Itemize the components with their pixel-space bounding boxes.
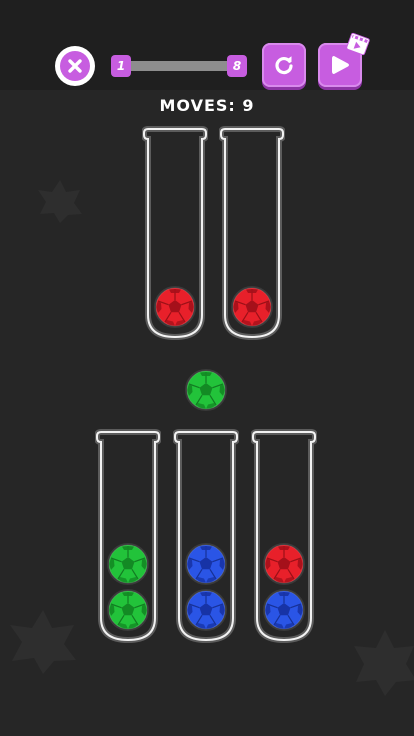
tube-4[interactable] bbox=[173, 428, 239, 644]
tube-3[interactable] bbox=[95, 428, 161, 644]
blue-ball bbox=[184, 588, 228, 632]
watch-video-button[interactable] bbox=[318, 32, 370, 87]
restart-icon bbox=[275, 56, 293, 75]
close-button[interactable] bbox=[55, 46, 95, 86]
tube-2[interactable] bbox=[219, 125, 285, 341]
tube-5[interactable] bbox=[251, 428, 317, 644]
red-ball bbox=[262, 542, 306, 586]
level-progress-bar: 1 8 bbox=[111, 55, 247, 77]
blue-ball bbox=[262, 588, 306, 632]
green-ball bbox=[106, 588, 150, 632]
play-icon bbox=[332, 56, 349, 74]
red-ball bbox=[230, 285, 274, 329]
green-ball bbox=[106, 542, 150, 586]
background-star-icon bbox=[10, 610, 76, 674]
close-icon bbox=[68, 59, 82, 73]
held-green-ball bbox=[184, 368, 228, 412]
blue-ball bbox=[184, 542, 228, 586]
moves-counter: MOVES: 9 bbox=[159, 96, 255, 115]
level-end-label: 8 bbox=[227, 55, 247, 77]
background-star-icon bbox=[354, 630, 414, 696]
red-ball bbox=[153, 285, 197, 329]
level-start-label: 1 bbox=[111, 55, 131, 77]
background-star-icon bbox=[38, 180, 82, 223]
progress-track bbox=[121, 61, 237, 71]
tube-1[interactable] bbox=[142, 125, 208, 341]
restart-button[interactable] bbox=[262, 43, 306, 87]
